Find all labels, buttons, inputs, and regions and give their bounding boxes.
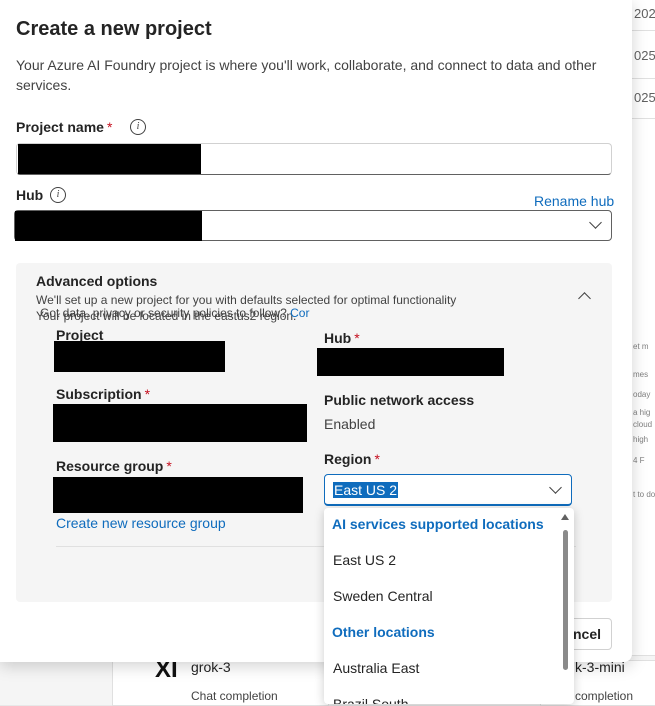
resource-group-select[interactable] (53, 477, 303, 513)
background-date: 202 (634, 6, 655, 21)
background-snippet: mes (633, 370, 649, 379)
public-network-value: Enabled (324, 416, 376, 432)
chevron-down-icon (589, 216, 602, 229)
scrollbar-thumb[interactable] (563, 530, 568, 670)
info-icon[interactable]: i (50, 187, 66, 203)
cancel-button-label: ncel (573, 626, 602, 642)
hub-label: Hub (16, 187, 44, 203)
redacted-value (15, 211, 202, 241)
required-mark: * (354, 330, 360, 346)
region-option[interactable]: Brazil South (333, 696, 408, 704)
background-list (630, 0, 655, 704)
resource-group-label: Resource group * (56, 458, 172, 474)
group-header-supported: AI services supported locations (332, 516, 544, 532)
background-date: 025 (634, 48, 655, 63)
policies-footnote: Got data, privacy or security policies t… (40, 306, 309, 320)
region-value[interactable]: East US 2 (333, 482, 399, 498)
background-snippet: oday (633, 390, 651, 399)
info-icon[interactable]: i (130, 119, 146, 135)
footnote-text: Got data, privacy or security policies t… (40, 306, 287, 320)
model-subtitle: Chat completion (191, 689, 278, 703)
hub-select[interactable] (14, 210, 612, 241)
advanced-options-title[interactable]: Advanced options (36, 273, 157, 289)
region-listbox: AI services supported locations East US … (324, 508, 574, 704)
project-name-label: Project name * (16, 119, 112, 135)
region-option[interactable]: Australia East (333, 660, 419, 676)
background-snippet: et m (633, 342, 649, 351)
required-mark: * (144, 386, 151, 402)
hub-field-label: Hub * (324, 330, 360, 346)
region-option[interactable]: Sweden Central (333, 588, 433, 604)
chevron-up-icon[interactable] (578, 292, 591, 305)
region-label: Region * (324, 451, 380, 467)
public-network-label: Public network access (324, 392, 475, 408)
dialog-description: Your Azure AI Foundry project is where y… (16, 57, 597, 93)
background-divider (632, 118, 655, 119)
region-combobox[interactable]: East US 2 (324, 474, 572, 506)
project-name-input[interactable] (16, 143, 612, 175)
footnote-link[interactable]: Cor (290, 306, 309, 320)
listbox-scrollbar[interactable] (560, 512, 570, 700)
subscription-label: Subscription * (56, 386, 150, 402)
project-redacted-value (54, 341, 225, 372)
subscription-select[interactable] (53, 404, 307, 442)
background-divider (632, 78, 655, 79)
region-label-text: Region (324, 451, 372, 467)
background-snippet: a hig (633, 408, 651, 417)
background-snippet: high (633, 435, 649, 444)
create-resource-group-link[interactable]: Create new resource group (56, 515, 226, 531)
required-mark: * (106, 119, 113, 135)
required-mark: * (166, 458, 172, 474)
rename-hub-link[interactable]: Rename hub (534, 193, 614, 209)
advanced-line-1: We'll set up a new project for you with … (36, 293, 457, 307)
hub-field-redacted-value (317, 348, 504, 376)
background-date: 025 (634, 90, 655, 105)
chevron-down-icon[interactable] (549, 481, 562, 494)
background-snippet: t to do (633, 490, 655, 499)
region-option[interactable]: East US 2 (333, 552, 396, 568)
dialog-title: Create a new project (16, 18, 212, 40)
hub-field-label-text: Hub (324, 330, 352, 346)
redacted-value (18, 144, 201, 174)
subscription-label-text: Subscription (56, 386, 142, 402)
background-snippet: 4 F (633, 456, 645, 465)
model-subtitle: completion (575, 689, 634, 703)
scroll-up-icon[interactable] (561, 514, 569, 520)
background-divider (632, 30, 655, 31)
required-mark: * (374, 451, 380, 467)
resource-group-label-text: Resource group (56, 458, 164, 474)
project-name-label-text: Project name (16, 119, 104, 135)
group-header-other: Other locations (332, 624, 435, 640)
background-snippet: cloud (633, 420, 653, 429)
